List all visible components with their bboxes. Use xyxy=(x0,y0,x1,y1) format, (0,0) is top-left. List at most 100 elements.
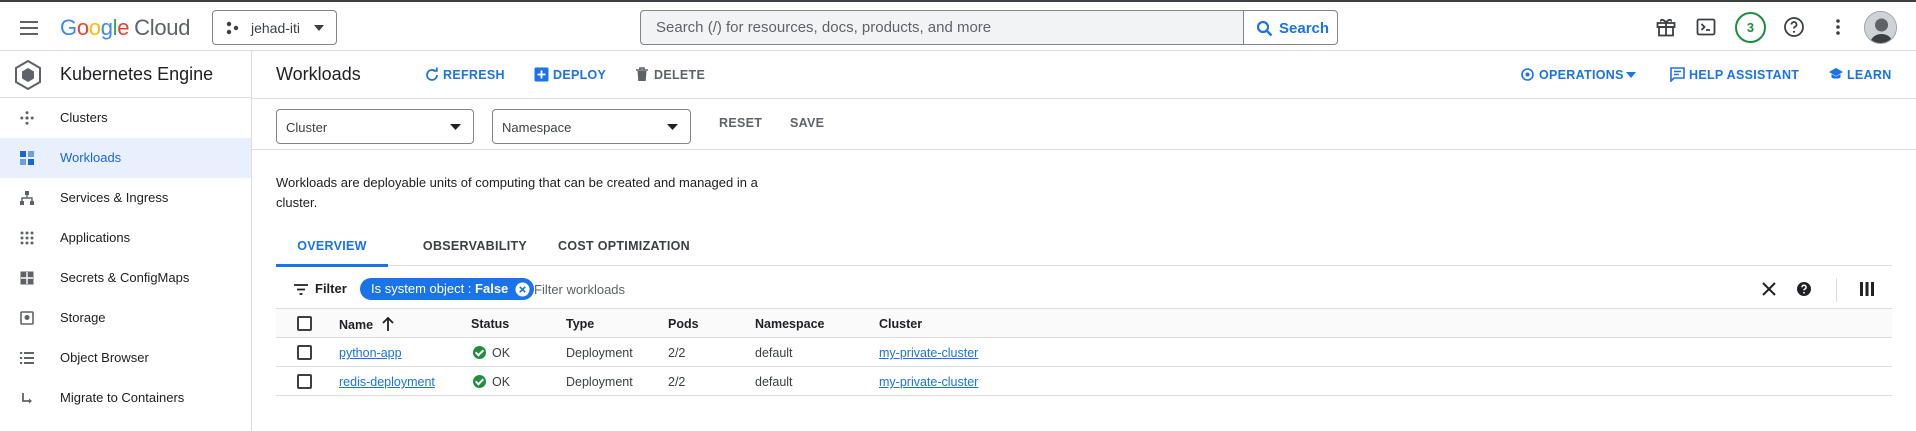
row-checkbox[interactable] xyxy=(297,374,312,389)
tab-observability[interactable]: OBSERVABILITY xyxy=(406,226,544,266)
project-picker[interactable]: jehad-iti xyxy=(212,10,337,45)
operations-label: OPERATIONS xyxy=(1539,68,1624,82)
tab-label: OVERVIEW xyxy=(297,239,367,253)
operations-button[interactable]: OPERATIONS xyxy=(1520,65,1638,87)
learn-button[interactable]: LEARN xyxy=(1828,65,1893,87)
tab-label: COST OPTIMIZATION xyxy=(558,239,690,253)
column-label: Name xyxy=(339,318,374,332)
delete-label: DELETE xyxy=(654,68,706,82)
sidebar-item-applications[interactable]: Applications xyxy=(0,218,251,258)
filter-button[interactable]: Filter xyxy=(294,280,349,300)
type-cell: Deployment xyxy=(566,346,633,360)
pods-cell: 2/2 xyxy=(668,375,686,389)
tab-overview[interactable]: OVERVIEW xyxy=(276,226,388,267)
reset-button[interactable]: RESET xyxy=(719,116,762,130)
table-header-row: Name Status Type Pods Namespace Cluster xyxy=(276,309,1892,338)
workload-name-link[interactable]: redis-deployment xyxy=(339,375,435,389)
help-assistant-button[interactable]: HELP ASSISTANT xyxy=(1670,65,1799,87)
column-header-status[interactable]: Status xyxy=(471,317,509,331)
services-icon xyxy=(20,191,34,205)
learn-label: LEARN xyxy=(1847,68,1892,82)
hamburger-menu-icon[interactable] xyxy=(17,16,41,40)
product-title: Kubernetes Engine xyxy=(60,64,214,84)
user-avatar[interactable] xyxy=(1864,11,1897,44)
pods-cell: 2/2 xyxy=(668,346,686,360)
sidebar-item-clusters[interactable]: Clusters xyxy=(0,98,251,138)
add-box-icon xyxy=(534,67,549,82)
status-text: OK xyxy=(492,375,511,389)
namespace-select[interactable]: Namespace xyxy=(492,109,691,144)
caret-down-icon xyxy=(1626,72,1636,78)
select-all-checkbox[interactable] xyxy=(297,316,312,331)
sidebar-item-storage[interactable]: Storage xyxy=(0,298,251,338)
sidebar-item-migrate-to-containers[interactable]: Migrate to Containers xyxy=(0,378,251,418)
refresh-button[interactable]: REFRESH xyxy=(424,65,505,87)
cluster-link[interactable]: my-private-cluster xyxy=(879,346,978,360)
sidebar-item-label: Workloads xyxy=(60,150,122,165)
workload-name-link[interactable]: python-app xyxy=(339,346,402,360)
sidebar-item-label: Object Browser xyxy=(60,350,149,365)
filter-row: Cluster Namespace RESET SAVE xyxy=(252,99,1916,150)
secrets-icon xyxy=(20,271,34,285)
type-cell: Deployment xyxy=(566,375,633,389)
logo-google-text: Google xyxy=(60,15,130,40)
storage-icon xyxy=(20,311,34,325)
check-circle-icon xyxy=(473,375,486,388)
help-icon[interactable] xyxy=(1782,15,1806,39)
delete-icon xyxy=(636,67,648,81)
clusters-icon xyxy=(20,111,34,125)
search-input[interactable] xyxy=(641,11,1244,44)
sidebar-item-label: Migrate to Containers xyxy=(60,390,185,405)
deploy-button[interactable]: DEPLOY xyxy=(534,65,606,87)
help-circle-icon[interactable] xyxy=(1796,281,1812,297)
workloads-table: Filter Is system object : False Name Sta… xyxy=(276,270,1892,396)
sidebar-item-workloads[interactable]: Workloads xyxy=(0,138,251,178)
row-checkbox[interactable] xyxy=(297,345,312,360)
workloads-icon xyxy=(20,151,34,165)
search-button[interactable]: Search xyxy=(1243,10,1338,45)
tab-cost-optimization[interactable]: COST OPTIMIZATION xyxy=(548,226,700,266)
column-header-name[interactable]: Name xyxy=(339,317,394,332)
search-box xyxy=(640,10,1245,45)
caret-down-icon xyxy=(450,124,461,130)
column-header-namespace[interactable]: Namespace xyxy=(755,317,825,331)
gift-icon[interactable] xyxy=(1654,15,1678,39)
deploy-label: DEPLOY xyxy=(553,68,607,82)
filter-label: Filter xyxy=(315,281,347,296)
column-header-pods[interactable]: Pods xyxy=(668,317,699,331)
sidebar-item-label: Services & Ingress xyxy=(60,190,169,205)
close-icon[interactable] xyxy=(1762,282,1776,296)
sidebar-item-object-browser[interactable]: Object Browser xyxy=(0,338,251,378)
refresh-label: REFRESH xyxy=(443,68,505,82)
column-display-icon[interactable] xyxy=(1860,282,1874,296)
filter-chip[interactable]: Is system object : False xyxy=(360,278,535,300)
cloud-shell-icon[interactable] xyxy=(1694,15,1718,39)
namespace-cell: default xyxy=(755,375,793,389)
chip-close-icon[interactable] xyxy=(515,282,530,297)
cluster-select[interactable]: Cluster xyxy=(276,109,474,144)
chip-value: False xyxy=(475,281,509,296)
delete-button[interactable]: DELETE xyxy=(635,65,705,87)
sort-arrow-up-icon xyxy=(382,317,394,331)
cluster-link[interactable]: my-private-cluster xyxy=(879,375,978,389)
column-header-cluster[interactable]: Cluster xyxy=(879,317,922,331)
notifications-badge[interactable]: 3 xyxy=(1735,12,1766,43)
toolbar-divider xyxy=(1836,278,1837,302)
kubernetes-engine-icon xyxy=(15,60,41,90)
sidebar-item-secrets-configmaps[interactable]: Secrets & ConfigMaps xyxy=(0,258,251,298)
search-icon xyxy=(1256,20,1273,37)
sidebar-item-services-ingress[interactable]: Services & Ingress xyxy=(0,178,251,218)
sidebar-item-label: Clusters xyxy=(60,110,108,125)
namespace-cell: default xyxy=(755,346,793,360)
filter-workloads-input[interactable] xyxy=(534,278,834,300)
table-filter-bar: Filter Is system object : False xyxy=(276,270,1892,309)
column-header-type[interactable]: Type xyxy=(566,317,594,331)
google-cloud-logo[interactable]: Google Cloud xyxy=(60,15,190,41)
filter-list-icon xyxy=(294,284,308,295)
top-bar: GoogleCloud jehad-iti Search 3 xyxy=(0,0,1916,51)
check-circle-icon xyxy=(473,346,486,359)
tab-label: OBSERVABILITY xyxy=(422,239,528,253)
more-vert-icon[interactable] xyxy=(1826,15,1850,39)
save-button[interactable]: SAVE xyxy=(790,116,824,130)
tab-bar: OVERVIEW OBSERVABILITY COST OPTIMIZATION xyxy=(276,226,1892,267)
